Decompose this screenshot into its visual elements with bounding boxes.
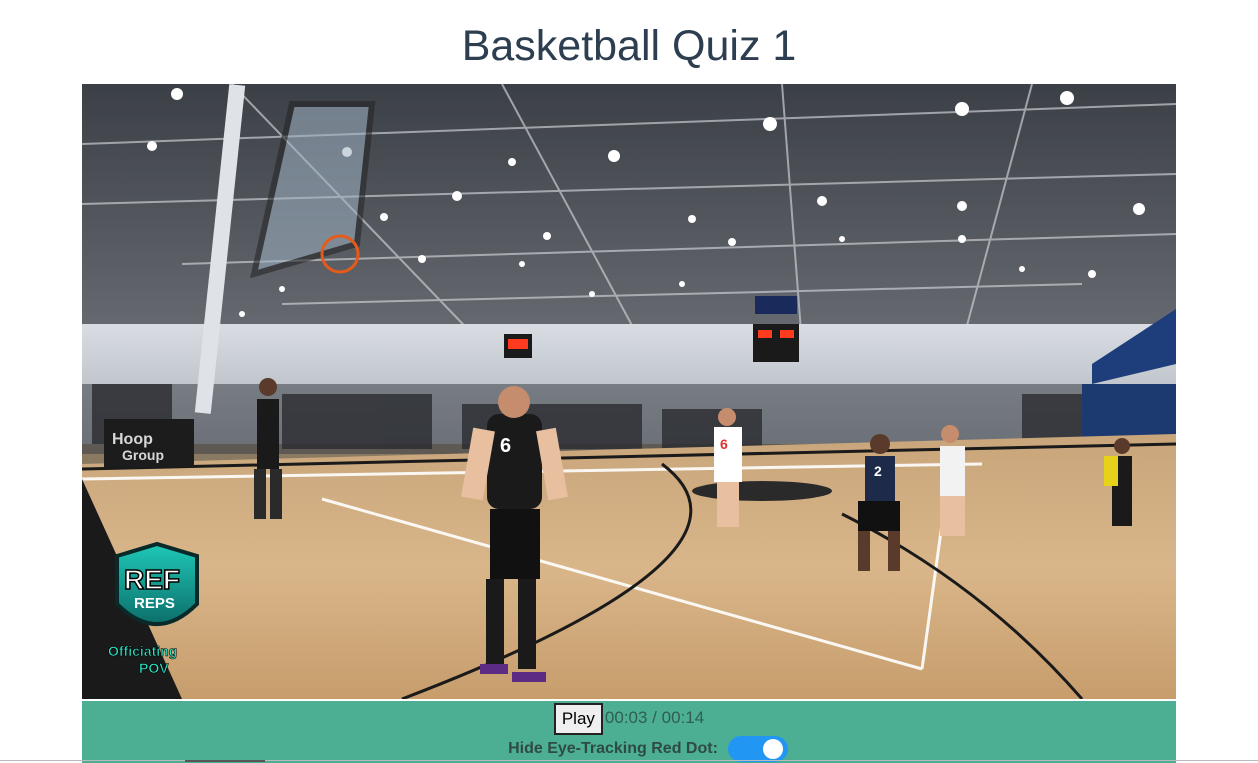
eye-tracking-toggle-label: Hide Eye-Tracking Red Dot:	[508, 740, 718, 757]
eye-tracking-toggle-row: Hide Eye-Tracking Red Dot:	[82, 735, 1176, 763]
svg-text:Group: Group	[122, 447, 164, 463]
svg-text:2: 2	[874, 463, 882, 479]
page-title: Basketball Quiz 1	[461, 22, 797, 70]
video-player[interactable]: 6 6 2 Hoop Group REF REPS Officiating PO…	[82, 84, 1176, 699]
logo-officiating-text: Officiating	[108, 643, 177, 659]
time-display: 00:03 / 00:14	[604, 708, 705, 727]
playback-controls: Play 00:03 / 00:14	[82, 701, 1176, 735]
eye-tracking-toggle-switch[interactable]	[727, 736, 788, 762]
video-controls-bar: Play 00:03 / 00:14 Hide Eye-Tracking Red…	[82, 701, 1176, 763]
play-button[interactable]: Play	[553, 702, 603, 735]
logo-pov-text: POV	[139, 660, 169, 676]
toggle-knob	[762, 739, 783, 759]
svg-text:Hoop: Hoop	[112, 431, 153, 448]
logo-reps-text: REPS	[134, 595, 175, 612]
svg-text:6: 6	[720, 436, 728, 452]
bottom-scroll-indicator	[185, 760, 265, 762]
logo-ref-text: REF	[124, 564, 180, 595]
video-frame-image: 6 6 2 Hoop Group REF REPS Officiating PO…	[82, 84, 1176, 699]
svg-text:6: 6	[500, 435, 511, 457]
